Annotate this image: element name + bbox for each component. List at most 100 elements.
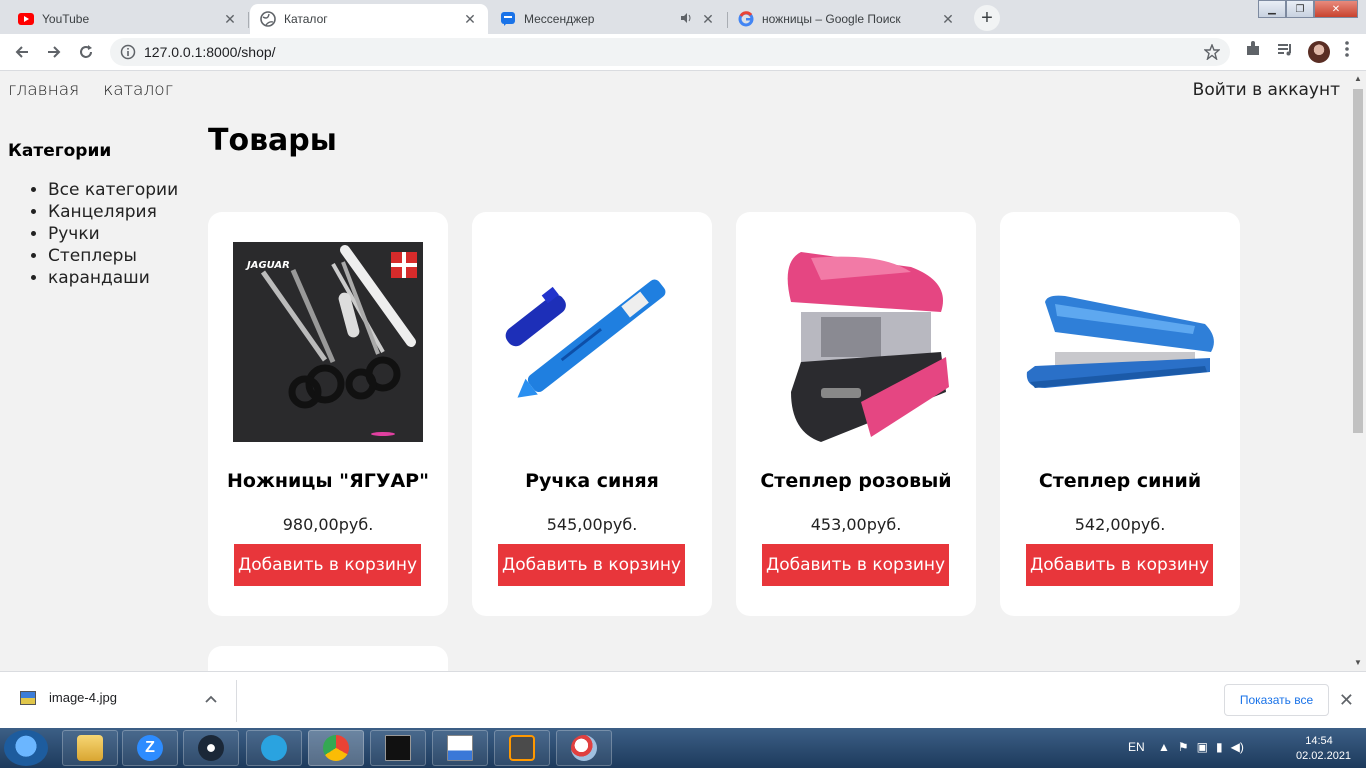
explorer-taskbar-item[interactable] [62, 730, 118, 766]
wordpad-taskbar-item[interactable] [432, 730, 488, 766]
close-icon[interactable]: ✕ [1339, 690, 1354, 711]
arrow-left-icon [15, 46, 28, 58]
blue-pen-image[interactable] [497, 242, 687, 442]
paint-taskbar-item[interactable] [556, 730, 612, 766]
page-title: Товары [208, 123, 337, 158]
device-icon[interactable]: ▣ [1197, 740, 1208, 754]
product-card: Степлер синий 542,00руб. Добавить в корз… [1000, 212, 1240, 616]
page-viewport: главная каталог Войти в аккаунт Категори… [0, 71, 1350, 671]
scroll-up-icon[interactable]: ▲ [1354, 75, 1362, 83]
category-item[interactable]: карандаши [48, 267, 188, 289]
zoom-taskbar-item[interactable]: Z [122, 730, 178, 766]
add-to-cart-button[interactable]: Добавить в корзину [498, 544, 685, 586]
paint-icon [571, 735, 597, 761]
product-card: Ручка синяя 545,00руб. Добавить в корзин… [472, 212, 712, 616]
address-bar[interactable]: 127.0.0.1:8000/shop/ [110, 38, 1230, 66]
blue-stapler-image[interactable] [1025, 242, 1215, 442]
start-button[interactable] [4, 730, 48, 766]
more-menu-icon[interactable] [1344, 40, 1350, 63]
download-bar: image-4.jpg Показать все ✕ [0, 671, 1366, 728]
close-icon[interactable]: ✕ [462, 11, 478, 27]
profile-avatar[interactable] [1308, 40, 1330, 63]
product-name[interactable]: Ножницы "ЯГУАР" [208, 470, 448, 492]
back-button[interactable] [10, 40, 34, 64]
minimize-button[interactable]: ▁ [1258, 0, 1286, 18]
category-list: Все категории Канцелярия Ручки Степлеры … [48, 179, 188, 289]
folder-icon [77, 735, 103, 761]
close-window-button[interactable]: ✕ [1314, 0, 1358, 18]
sublime-icon [509, 735, 535, 761]
add-to-cart-button[interactable]: Добавить в корзину [1026, 544, 1213, 586]
telegram-taskbar-item[interactable] [246, 730, 302, 766]
sublime-taskbar-item[interactable] [494, 730, 550, 766]
category-item[interactable]: Все категории [48, 179, 188, 201]
product-price: 545,00руб. [546, 515, 638, 534]
download-item[interactable]: image-4.jpg [20, 690, 117, 705]
reload-button[interactable] [74, 40, 98, 64]
tray-expand-icon[interactable]: ▲ [1158, 740, 1170, 754]
google-icon [738, 11, 754, 27]
login-link[interactable]: Войти в аккаунт [1193, 80, 1340, 100]
categories-title: Категории [8, 141, 112, 161]
add-to-cart-button[interactable]: Добавить в корзину [234, 544, 421, 586]
category-item[interactable]: Канцелярия [48, 201, 188, 223]
scissors-image[interactable]: JAGUAR [233, 242, 423, 442]
show-all-button[interactable]: Показать все [1224, 684, 1329, 716]
chrome-icon [323, 735, 349, 761]
cmd-taskbar-item[interactable] [370, 730, 426, 766]
volume-icon[interactable]: ◀) [1231, 740, 1244, 754]
speaker-icon[interactable] [680, 12, 696, 27]
action-center-icon[interactable]: ⚑ [1178, 740, 1189, 754]
tab-title: Каталог [284, 12, 328, 26]
category-item[interactable]: Ручки [48, 223, 188, 245]
info-icon[interactable] [120, 44, 136, 60]
media-control-icon[interactable] [1276, 40, 1294, 63]
tab-title: Мессенджер [524, 12, 595, 26]
clock-date: 02.02.2021 [1296, 750, 1352, 762]
scrollbar-thumb[interactable] [1353, 89, 1363, 433]
reload-icon [80, 45, 92, 58]
scroll-down-icon[interactable]: ▼ [1354, 659, 1362, 667]
close-icon[interactable]: ✕ [222, 11, 238, 27]
page-scrollbar[interactable]: ▲ ▼ [1350, 71, 1366, 671]
terminal-icon [385, 735, 411, 761]
browser-toolbar: 127.0.0.1:8000/shop/ [0, 34, 1366, 71]
product-name[interactable]: Степлер розовый [736, 470, 976, 492]
close-icon[interactable]: ✕ [700, 11, 716, 27]
new-tab-button[interactable]: + [974, 5, 1000, 31]
product-price: 453,00руб. [810, 515, 902, 534]
pink-stapler-image[interactable] [761, 242, 951, 442]
browser-tab-strip: YouTube ✕ Каталог ✕ Мессенджер ✕ ножницы… [0, 0, 1366, 34]
network-icon[interactable]: ▮ [1216, 740, 1223, 754]
bookmark-star-icon[interactable] [1203, 43, 1221, 63]
maximize-button[interactable]: ❐ [1286, 0, 1314, 18]
tab-title: YouTube [42, 12, 90, 26]
add-to-cart-button[interactable]: Добавить в корзину [762, 544, 949, 586]
steam-taskbar-item[interactable] [183, 730, 239, 766]
download-filename: image-4.jpg [49, 690, 117, 705]
forward-button[interactable] [42, 40, 66, 64]
system-tray: ▲ ⚑ ▣ ▮ ◀) [1158, 740, 1244, 754]
tab-messenger[interactable]: Мессенджер ✕ [490, 4, 726, 34]
close-icon[interactable]: ✕ [940, 11, 956, 27]
category-item[interactable]: Степлеры [48, 245, 188, 267]
chrome-taskbar-item[interactable] [308, 730, 364, 766]
extensions-icon[interactable] [1244, 40, 1262, 63]
tab-title: ножницы – Google Поиск [762, 12, 901, 26]
product-price: 980,00руб. [282, 515, 374, 534]
tab-google-search[interactable]: ножницы – Google Поиск ✕ [728, 4, 966, 34]
nav-catalog-link[interactable]: каталог [103, 80, 173, 100]
nav-home-link[interactable]: главная [8, 80, 79, 100]
product-name[interactable]: Степлер синий [1000, 470, 1240, 492]
product-name[interactable]: Ручка синяя [472, 470, 712, 492]
tab-youtube[interactable]: YouTube ✕ [8, 4, 248, 34]
clock[interactable]: 14:54 02.02.2021 [1296, 734, 1352, 764]
chevron-up-icon[interactable] [205, 690, 217, 706]
product-price: 542,00руб. [1074, 515, 1166, 534]
clock-time: 14:54 [1305, 735, 1333, 747]
language-indicator[interactable]: EN [1128, 740, 1145, 754]
jaguar-logo: JAGUAR [245, 260, 290, 271]
zoom-icon: Z [137, 735, 163, 761]
divider [236, 680, 237, 722]
tab-catalog[interactable]: Каталог ✕ [250, 4, 488, 34]
